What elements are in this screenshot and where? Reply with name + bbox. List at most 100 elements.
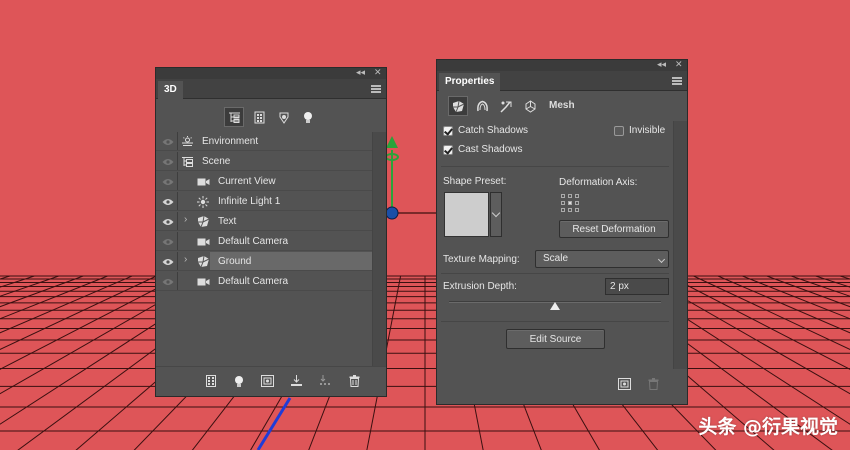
- grid-line: [0, 275, 157, 350]
- shape-preset-swatch[interactable]: [444, 192, 489, 237]
- mesh-tab-icon[interactable]: [448, 96, 468, 116]
- section-divider: [441, 273, 669, 274]
- panel-menu-icon[interactable]: [371, 85, 381, 93]
- layer-name: Default Camera: [218, 276, 289, 287]
- gizmo-origin[interactable]: [385, 206, 399, 220]
- camera-icon: [196, 175, 210, 188]
- layer-name: Infinite Light 1: [218, 196, 281, 207]
- light-filter-icon[interactable]: [298, 107, 318, 127]
- cast-shadows-label: Cast Shadows: [458, 144, 523, 155]
- edit-source-button[interactable]: Edit Source: [506, 329, 605, 349]
- layer-name: Current View: [218, 176, 276, 187]
- close-icon[interactable]: ✕: [675, 59, 683, 70]
- layer-scrollbar[interactable]: [372, 132, 386, 366]
- layer-row-text[interactable]: › Text: [156, 212, 372, 231]
- deform-tab-icon[interactable]: [472, 96, 492, 116]
- layer-row-environment[interactable]: Environment: [156, 132, 372, 151]
- catch-shadows-label: Catch Shadows: [458, 125, 529, 136]
- mesh-icon: [196, 215, 210, 228]
- render-preview-icon[interactable]: [617, 377, 631, 391]
- close-icon[interactable]: ✕: [374, 67, 382, 78]
- drop-to-ground-icon[interactable]: [289, 374, 303, 388]
- trash-icon[interactable]: [347, 374, 361, 388]
- light-icon: [196, 195, 210, 208]
- extrusion-depth-label: Extrusion Depth:: [443, 281, 517, 292]
- cast-shadows-checkbox[interactable]: [443, 145, 453, 155]
- panel-topbar: ◂◂ ✕: [156, 67, 386, 79]
- mesh-icon: [196, 255, 210, 268]
- grid-line: [0, 275, 59, 297]
- scene-icon: [180, 155, 194, 168]
- visibility-eye-icon[interactable]: [162, 178, 174, 186]
- scene-filter-icon[interactable]: [224, 107, 244, 127]
- mesh-filter-icon[interactable]: [249, 107, 269, 127]
- 3d-panel: ◂◂ ✕ 3D Environment Scene Current View I…: [155, 67, 387, 397]
- layer-row-infinite-light[interactable]: Infinite Light 1: [156, 192, 372, 211]
- new-mesh-icon[interactable]: [204, 374, 218, 388]
- ground-plane-grid: [0, 136, 850, 450]
- catch-shadows-checkbox[interactable]: [443, 126, 453, 136]
- texture-mapping-select[interactable]: Scale: [535, 250, 669, 268]
- invisible-checkbox[interactable]: [614, 126, 624, 136]
- grid-line: [0, 275, 182, 370]
- tab-3d[interactable]: 3D: [158, 81, 183, 99]
- camera-icon: [196, 275, 210, 288]
- add-constraint-icon[interactable]: [260, 374, 274, 388]
- visibility-eye-icon[interactable]: [162, 138, 174, 146]
- layer-row-default-camera-2[interactable]: Default Camera: [156, 272, 372, 291]
- layer-row-current-view[interactable]: Current View: [156, 172, 372, 191]
- coordinates-tab-icon[interactable]: [520, 96, 540, 116]
- properties-scrollbar[interactable]: [673, 121, 687, 369]
- layer-name: Scene: [202, 156, 231, 167]
- visibility-eye-icon[interactable]: [162, 198, 174, 206]
- deformation-axis-grid[interactable]: [561, 194, 581, 214]
- visibility-eye-icon[interactable]: [162, 238, 174, 246]
- panel-tabbar: Properties: [437, 71, 687, 91]
- shape-preset-dropdown[interactable]: [490, 192, 502, 237]
- collapse-icon[interactable]: ◂◂: [657, 59, 666, 70]
- texture-mapping-value: Scale: [543, 253, 569, 264]
- panel-tabbar: 3D: [156, 79, 386, 99]
- 3d-panel-bottom-bar: [156, 366, 386, 396]
- z-axis: [256, 397, 292, 450]
- reset-deformation-button[interactable]: Reset Deformation: [559, 220, 669, 238]
- render-icon[interactable]: [318, 374, 332, 388]
- collapse-icon[interactable]: ◂◂: [356, 67, 365, 78]
- properties-panel: ◂◂ ✕ Properties Mesh Catch Shadows Invis…: [436, 59, 688, 405]
- grid-line: [839, 275, 850, 280]
- deformation-axis-label: Deformation Axis:: [559, 177, 638, 188]
- visibility-eye-icon[interactable]: [162, 158, 174, 166]
- material-filter-icon[interactable]: [274, 107, 294, 127]
- section-divider: [441, 166, 669, 167]
- visibility-eye-icon[interactable]: [162, 278, 174, 286]
- mode-label: Mesh: [549, 100, 575, 111]
- panel-menu-icon[interactable]: [672, 77, 682, 85]
- tab-properties[interactable]: Properties: [439, 73, 501, 91]
- layer-name: Environment: [202, 136, 259, 147]
- chevron-down-icon: [657, 255, 666, 264]
- new-light-icon[interactable]: [232, 374, 246, 388]
- cap-tab-icon[interactable]: [496, 96, 516, 116]
- layer-name: Default Camera: [218, 236, 289, 247]
- layer-row-ground[interactable]: › Ground: [156, 252, 372, 271]
- section-divider: [441, 321, 669, 322]
- grid-line: [0, 275, 133, 334]
- watermark: 头条 @衍果视觉: [698, 416, 838, 438]
- expand-chevron-icon[interactable]: ›: [184, 254, 187, 265]
- invisible-label: Invisible: [629, 125, 666, 136]
- y-axis-arrow[interactable]: [386, 136, 398, 148]
- environment-icon: [180, 135, 194, 148]
- 3d-viewport[interactable]: ◂◂ ✕ 3D Environment Scene Current View I…: [0, 0, 850, 450]
- trash-icon[interactable]: [646, 377, 660, 391]
- visibility-eye-icon[interactable]: [162, 258, 174, 266]
- visibility-eye-icon[interactable]: [162, 218, 174, 226]
- layer-row-scene[interactable]: Scene: [156, 152, 372, 171]
- layer-name: Ground: [218, 256, 252, 267]
- layer-row-default-camera[interactable]: Default Camera: [156, 232, 372, 251]
- extrusion-depth-input[interactable]: 2 px: [605, 278, 669, 295]
- panel-topbar: ◂◂ ✕: [437, 59, 687, 71]
- grid-line: [0, 275, 35, 288]
- grid-line: [0, 275, 11, 280]
- camera-icon: [196, 235, 210, 248]
- slider-thumb[interactable]: [550, 302, 560, 310]
